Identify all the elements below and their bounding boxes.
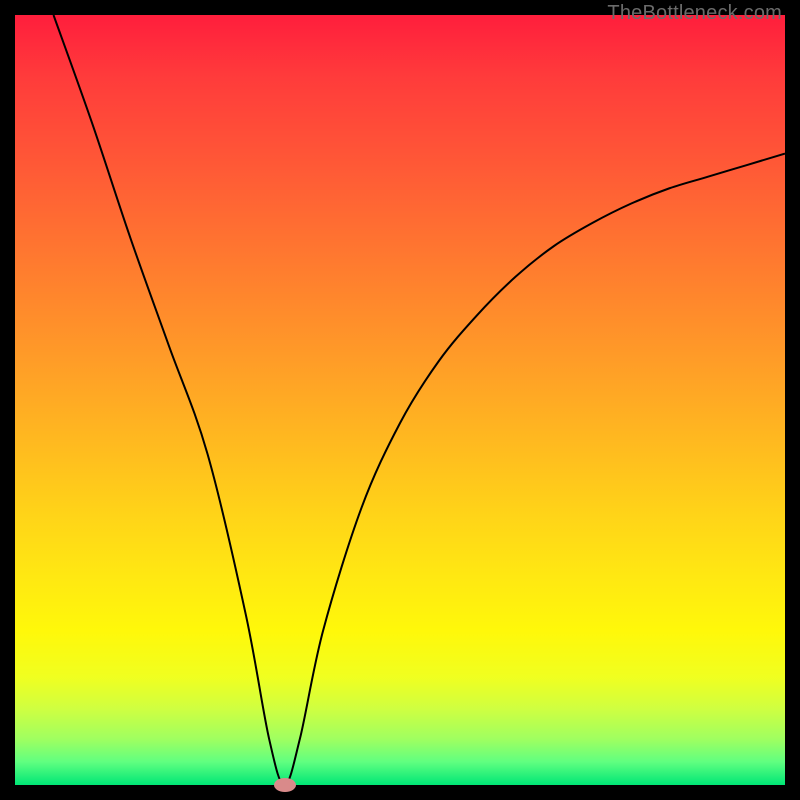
chart-frame: TheBottleneck.com	[0, 0, 800, 800]
curve-path	[54, 15, 786, 785]
optimal-marker	[274, 778, 296, 792]
plot-area	[15, 15, 785, 785]
watermark-text: TheBottleneck.com	[607, 2, 782, 25]
bottleneck-curve	[15, 15, 785, 785]
